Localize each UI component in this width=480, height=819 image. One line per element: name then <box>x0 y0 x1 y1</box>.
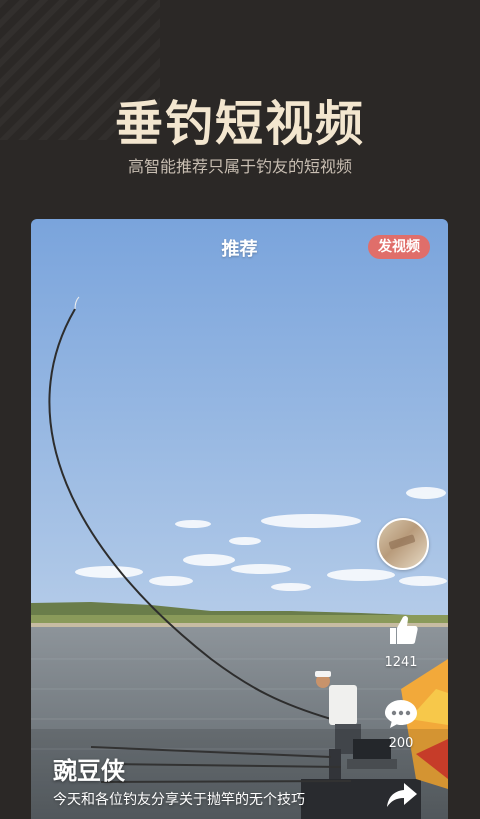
comment-count: 200 <box>388 736 414 751</box>
post-video-button[interactable]: 发视频 <box>368 235 430 259</box>
like-count: 1241 <box>384 655 418 670</box>
hero-subtitle: 高智能推荐只属于钓友的短视频 <box>127 157 352 176</box>
like-icon[interactable] <box>384 612 420 648</box>
video-caption: 今天和各位钓友分享关于抛竿的无个技巧 <box>53 792 305 808</box>
comment-icon[interactable] <box>383 696 419 732</box>
phone-preview-card: 推荐 发视频 1241 200 豌豆侠 今天和各位钓友分享关于抛竿的无个技巧 <box>31 219 448 819</box>
hero-title: 垂钓短视频 <box>114 96 365 152</box>
author-avatar[interactable] <box>377 518 429 570</box>
author-name[interactable]: 豌豆侠 <box>53 751 125 786</box>
